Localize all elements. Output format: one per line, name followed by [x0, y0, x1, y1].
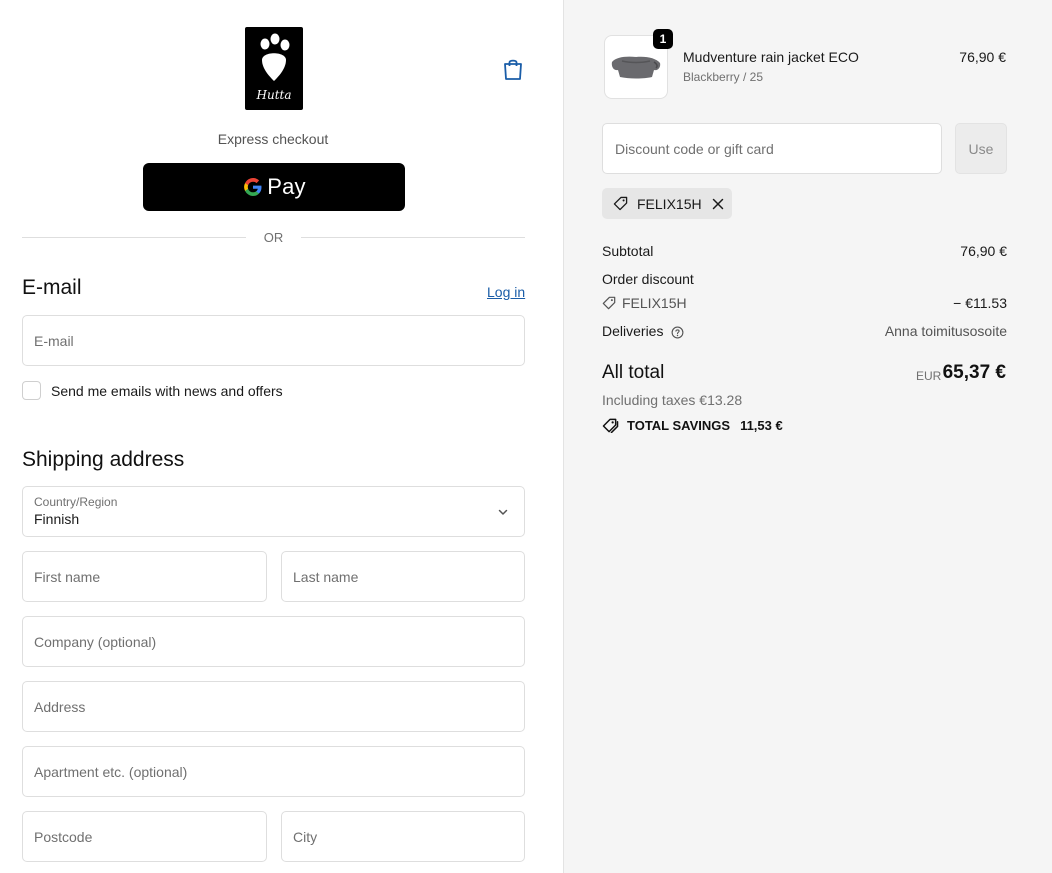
google-pay-label: Pay: [267, 174, 306, 199]
deliveries-row: Deliveries Anna toimitusosoite: [602, 323, 1007, 339]
total-label: All total: [602, 362, 665, 383]
apartment-field[interactable]: [22, 746, 525, 797]
quantity-badge: 1: [653, 29, 673, 49]
postcode-field[interactable]: [22, 811, 267, 862]
order-summary: 1 Mudventure rain jacket ECO Blackberry …: [563, 0, 1052, 873]
tags-icon: [602, 418, 619, 433]
applied-discount-chip: FELIX15H: [602, 188, 732, 219]
country-select[interactable]: Country/Region Finnish: [22, 486, 525, 537]
city-field[interactable]: [281, 811, 525, 862]
tag-icon: [602, 296, 616, 310]
divider-line: [301, 237, 525, 238]
express-checkout-label: Express checkout: [217, 131, 329, 147]
first-name-field[interactable]: [22, 551, 267, 602]
last-name-input[interactable]: [293, 568, 513, 585]
or-text: OR: [263, 230, 284, 245]
country-label: Country/Region: [34, 495, 118, 509]
product-name: Mudventure rain jacket ECO: [683, 49, 859, 65]
address-input[interactable]: [34, 698, 513, 715]
checkout-main: Hutta Express checkout Pay OR E-mail Log…: [0, 0, 563, 873]
discount-code-row: FELIX15H − €11.53: [602, 295, 1007, 311]
discount-code-line: FELIX15H: [602, 295, 1007, 311]
close-icon: [712, 198, 723, 209]
product-variant: Blackberry / 25: [683, 70, 764, 84]
subtotal-row: Subtotal 76,90 €: [602, 243, 1007, 259]
cart-button[interactable]: [500, 56, 526, 82]
shipping-section-title: Shipping address: [22, 448, 185, 471]
deliveries-label: Deliveries: [602, 323, 664, 339]
shopping-bag-icon: [504, 59, 522, 80]
or-divider: OR: [22, 230, 525, 245]
remove-discount-button[interactable]: [712, 198, 724, 210]
address-field[interactable]: [22, 681, 525, 732]
subtotal-label: Subtotal: [602, 243, 654, 259]
tag-icon: [613, 196, 628, 211]
total-value: 65,37 €: [942, 362, 1006, 383]
postcode-input[interactable]: [34, 828, 255, 845]
last-name-field[interactable]: [281, 551, 525, 602]
subtotal-value: 76,90 €: [960, 243, 1007, 259]
applied-code-label: FELIX15H: [637, 195, 702, 212]
order-discount-row: Order discount: [602, 271, 1007, 287]
jacket-image: [611, 56, 661, 79]
help-icon[interactable]: [671, 326, 684, 339]
total-savings: TOTAL SAVINGS 11,53 €: [602, 418, 783, 433]
login-link[interactable]: Log in: [487, 284, 525, 300]
apartment-input[interactable]: [34, 763, 513, 780]
company-input[interactable]: [34, 633, 513, 650]
total-currency: EUR: [916, 369, 942, 383]
discount-code-input[interactable]: [615, 140, 929, 157]
newsletter-checkbox[interactable]: [22, 381, 41, 400]
svg-text:Hutta: Hutta: [256, 88, 292, 102]
google-g-icon: [244, 178, 262, 196]
paw-logo-icon: Hutta: [256, 33, 292, 102]
first-name-input[interactable]: [34, 568, 255, 585]
apply-discount-button[interactable]: Use: [955, 123, 1007, 174]
discount-value: − €11.53: [953, 295, 1007, 311]
savings-label: TOTAL SAVINGS: [627, 418, 731, 433]
discount-code-text: FELIX15H: [622, 295, 687, 311]
email-field[interactable]: [22, 315, 525, 366]
company-field[interactable]: [22, 616, 525, 667]
product-price: 76,90 €: [959, 49, 1006, 65]
savings-value: 11,53 €: [740, 418, 783, 433]
newsletter-label: Send me emails with news and offers: [51, 382, 283, 399]
email-section-title: E-mail: [22, 276, 82, 299]
google-pay-button[interactable]: Pay: [143, 163, 405, 211]
chevron-down-icon: [498, 509, 508, 515]
taxes-text: Including taxes €13.28: [602, 392, 743, 408]
email-input[interactable]: [34, 332, 513, 349]
city-input[interactable]: [293, 828, 513, 845]
order-discount-label: Order discount: [602, 271, 694, 287]
discount-code-field[interactable]: [602, 123, 942, 174]
brand-logo[interactable]: Hutta: [245, 27, 303, 110]
country-value: Finnish: [34, 511, 80, 527]
newsletter-option[interactable]: Send me emails with news and offers: [22, 381, 283, 400]
deliveries-value: Anna toimitusosoite: [884, 323, 1007, 339]
divider-line: [22, 237, 246, 238]
